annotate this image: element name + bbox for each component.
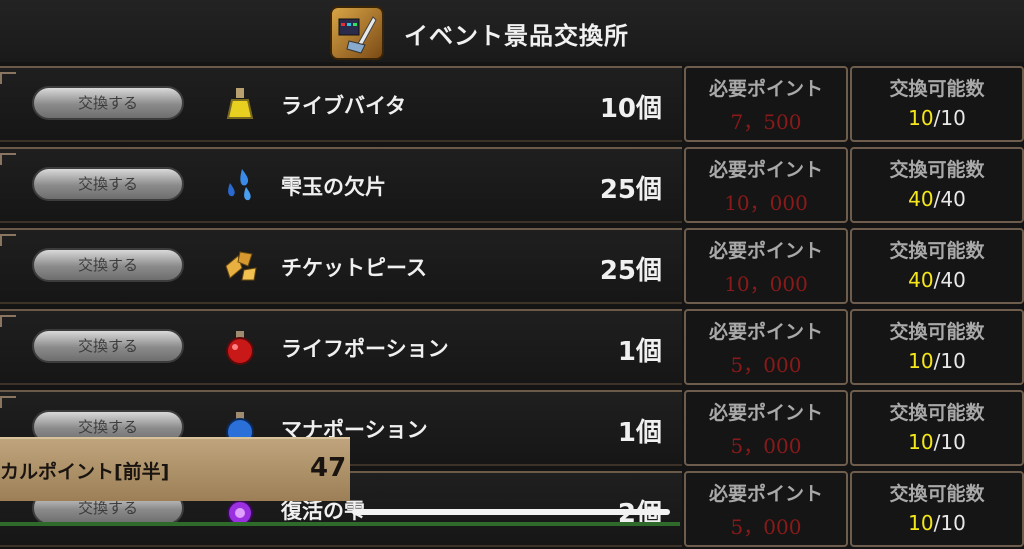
event-points-label: カルポイント[前半] (0, 461, 170, 483)
limit-max: 10 (940, 430, 966, 454)
exchange-limit-box: 交換可能数 10/10 (850, 390, 1024, 466)
item-name: チケットピース (281, 256, 427, 280)
exchange-limit-label: 交換可能数 (889, 240, 985, 262)
flask-yellow-icon (220, 84, 260, 124)
item-panel: 交換する ライブバイタ 10個 (0, 66, 682, 142)
exchange-limit-box: 交換可能数 40/40 (850, 228, 1024, 304)
item-quantity: 1個 (617, 337, 662, 367)
exchange-limit-value: 40/40 (908, 187, 966, 211)
exchange-limit-value: 10/10 (908, 430, 966, 454)
required-points-box: 必要ポイント 5，000 (684, 390, 848, 466)
exchange-limit-box: 交換可能数 10/10 (850, 471, 1024, 547)
limit-current: 10 (908, 106, 934, 130)
required-points-label: 必要ポイント (708, 402, 823, 424)
limit-current: 10 (908, 430, 934, 454)
item-panel: 交換する 雫玉の欠片 25個 (0, 147, 682, 223)
exchange-limit-value: 10/10 (908, 349, 966, 373)
item-quantity: 10個 (599, 94, 662, 124)
required-points-box: 必要ポイント 7，500 (684, 66, 848, 142)
exchange-limit-label: 交換可能数 (889, 78, 985, 100)
limit-current: 10 (908, 349, 934, 373)
required-points-label: 必要ポイント (708, 240, 823, 262)
exchange-limit-value: 40/40 (908, 268, 966, 292)
treasure-sword-icon (330, 6, 384, 60)
exchange-limit-value: 10/10 (908, 511, 966, 535)
event-points-panel: カルポイント[前半] 47 (0, 437, 350, 501)
exchange-limit-label: 交換可能数 (889, 483, 985, 505)
frame-corner (0, 72, 16, 84)
item-name: 雫玉の欠片 (281, 175, 386, 199)
page-title: イベント景品交換所 (404, 22, 629, 50)
required-points-label: 必要ポイント (708, 321, 823, 343)
event-points-value: 47 (310, 453, 347, 483)
required-points-value: 10，000 (724, 191, 808, 215)
exchange-limit-label: 交換可能数 (889, 159, 985, 181)
red-potion-icon (220, 327, 260, 367)
required-points-box: 必要ポイント 10，000 (684, 147, 848, 223)
ticket-pieces-icon (220, 246, 260, 286)
limit-current: 10 (908, 511, 934, 535)
frame-corner (0, 153, 16, 165)
item-quantity: 1個 (617, 418, 662, 448)
exchange-limit-box: 交換可能数 40/40 (850, 147, 1024, 223)
required-points-box: 必要ポイント 10，000 (684, 228, 848, 304)
required-points-value: 10，000 (724, 272, 808, 296)
limit-max: 10 (940, 511, 966, 535)
frame-corner (0, 396, 16, 408)
list-item: 交換する ライフポーション 1個 必要ポイント 5，000 交換可能数 10/1… (0, 309, 1024, 387)
exchange-button[interactable]: 交換する (32, 248, 184, 282)
item-panel: 交換する ライフポーション 1個 (0, 309, 682, 385)
required-points-value: 5，000 (730, 434, 802, 458)
exchange-limit-label: 交換可能数 (889, 402, 985, 424)
item-name: ライフポーション (281, 337, 449, 361)
limit-current: 40 (908, 187, 934, 211)
limit-max: 40 (940, 268, 966, 292)
exchange-button[interactable]: 交換する (32, 86, 184, 120)
item-name: ライブバイタ (281, 94, 407, 118)
frame-corner (0, 234, 16, 246)
blue-drops-icon (220, 165, 260, 205)
list-item: 交換する ライブバイタ 10個 必要ポイント 7，500 交換可能数 10/10 (0, 66, 1024, 144)
exchange-limit-box: 交換可能数 10/10 (850, 309, 1024, 385)
required-points-label: 必要ポイント (708, 483, 823, 505)
required-points-value: 7，500 (730, 110, 802, 134)
exchange-button[interactable]: 交換する (32, 329, 184, 363)
limit-max: 10 (940, 349, 966, 373)
required-points-label: 必要ポイント (708, 78, 823, 100)
exchange-button[interactable]: 交換する (32, 167, 184, 201)
item-quantity: 25個 (599, 175, 662, 205)
list-item: 交換する チケットピース 25個 必要ポイント 10，000 交換可能数 40/… (0, 228, 1024, 306)
list-item: 交換する 雫玉の欠片 25個 必要ポイント 10，000 交換可能数 40/40 (0, 147, 1024, 225)
exchange-limit-value: 10/10 (908, 106, 966, 130)
required-points-value: 5，000 (730, 515, 802, 539)
frame-corner (0, 315, 16, 327)
limit-current: 40 (908, 268, 934, 292)
limit-max: 10 (940, 106, 966, 130)
required-points-label: 必要ポイント (708, 159, 823, 181)
item-panel: 交換する チケットピース 25個 (0, 228, 682, 304)
exchange-limit-box: 交換可能数 10/10 (850, 66, 1024, 142)
bottom-divider (0, 522, 680, 526)
required-points-box: 必要ポイント 5，000 (684, 309, 848, 385)
required-points-box: 必要ポイント 5，000 (684, 471, 848, 547)
home-indicator[interactable] (352, 509, 670, 515)
exchange-limit-label: 交換可能数 (889, 321, 985, 343)
limit-max: 40 (940, 187, 966, 211)
required-points-value: 5，000 (730, 353, 802, 377)
header-bar: イベント景品交換所 (0, 0, 1024, 62)
item-quantity: 25個 (599, 256, 662, 286)
